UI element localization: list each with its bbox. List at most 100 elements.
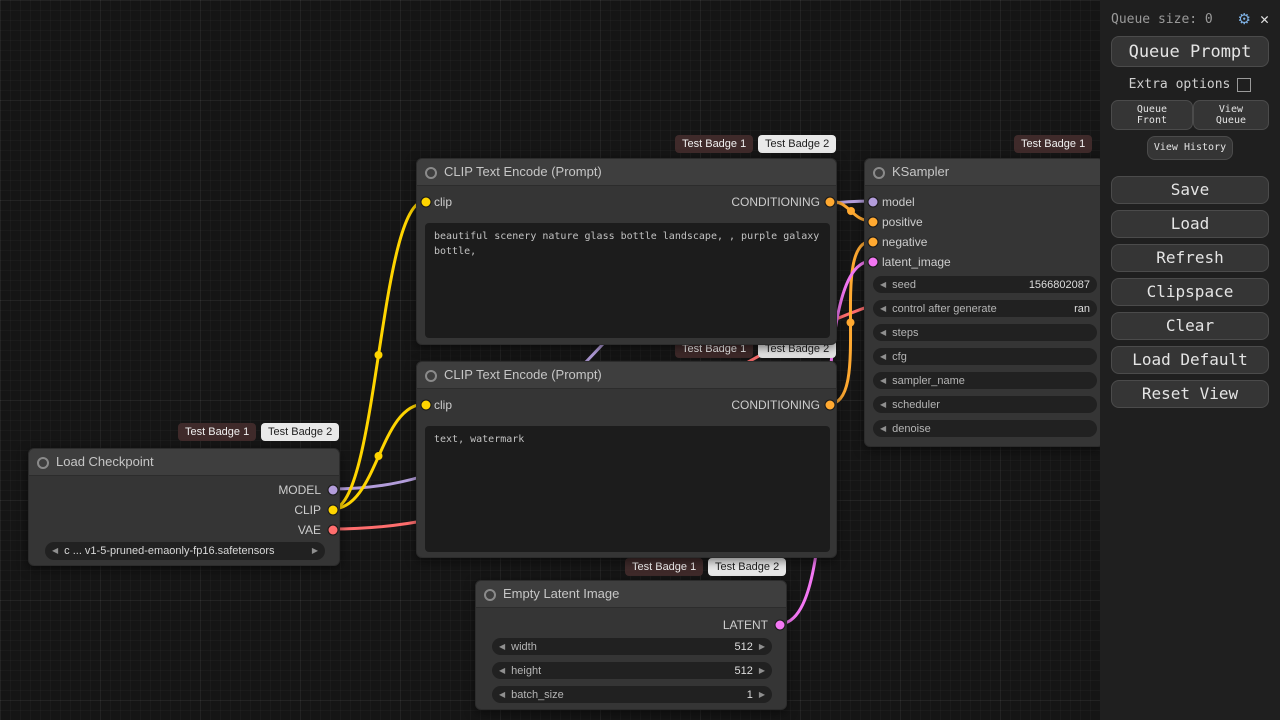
prompt-text-input[interactable]: text, watermark bbox=[425, 426, 830, 552]
view-queue-button[interactable]: View Queue bbox=[1192, 100, 1269, 130]
node-empty-latent-image[interactable]: Empty Latent Image LATENT ◀ width 512 ▶ … bbox=[475, 580, 787, 710]
widget-left-arrow-icon[interactable]: ◀ bbox=[880, 376, 886, 385]
clipspace-button[interactable]: Clipspace bbox=[1111, 277, 1269, 306]
output-label-conditioning: CONDITIONING bbox=[731, 195, 820, 209]
widget-value: 1566802087 bbox=[1028, 278, 1090, 291]
steps-widget[interactable]: ◀ steps bbox=[873, 324, 1097, 341]
input-slot-clip[interactable] bbox=[421, 197, 431, 207]
output-label-vae: VAE bbox=[297, 523, 321, 537]
output-label-model: MODEL bbox=[278, 483, 321, 497]
input-slot-negative[interactable] bbox=[868, 237, 878, 247]
input-slot-positive[interactable] bbox=[868, 217, 878, 227]
widget-right-arrow-icon[interactable]: ▶ bbox=[759, 642, 765, 651]
node-title: KSampler bbox=[892, 164, 950, 179]
queue-size-label: Queue size: 0 bbox=[1111, 11, 1213, 27]
widget-value: ran bbox=[1074, 302, 1090, 315]
widget-value: 512 bbox=[734, 640, 753, 653]
collapse-toggle-icon[interactable] bbox=[425, 167, 437, 179]
node-ksampler[interactable]: KSampler model positive negative latent_… bbox=[864, 158, 1104, 447]
input-slot-clip[interactable] bbox=[421, 400, 431, 410]
widget-label: cfg bbox=[892, 350, 907, 363]
ckpt-name-combo[interactable]: ◀ c ... v1-5-pruned-emaonly-fp16.safeten… bbox=[45, 542, 325, 560]
widget-left-arrow-icon[interactable]: ◀ bbox=[880, 304, 886, 313]
seed-widget[interactable]: ◀ seed 1566802087 bbox=[873, 276, 1097, 293]
output-label-clip: CLIP bbox=[294, 503, 321, 517]
close-icon[interactable]: ✕ bbox=[1260, 10, 1269, 28]
node-header[interactable]: Load Checkpoint bbox=[29, 449, 339, 476]
node-load-checkpoint[interactable]: Load Checkpoint MODEL CLIP VAE ◀ c ... v… bbox=[28, 448, 340, 566]
combo-right-arrow-icon[interactable]: ▶ bbox=[312, 547, 318, 555]
width-widget[interactable]: ◀ width 512 ▶ bbox=[492, 638, 772, 655]
extra-options-checkbox[interactable] bbox=[1237, 77, 1252, 92]
output-slot-vae[interactable] bbox=[328, 525, 338, 535]
control-after-generate-widget[interactable]: ◀ control after generate ran bbox=[873, 300, 1097, 317]
widget-left-arrow-icon[interactable]: ◀ bbox=[880, 352, 886, 361]
clear-button[interactable]: Clear bbox=[1111, 311, 1269, 340]
output-slot-conditioning[interactable] bbox=[825, 400, 835, 410]
node-title: Load Checkpoint bbox=[56, 454, 154, 469]
height-widget[interactable]: ◀ height 512 ▶ bbox=[492, 662, 772, 679]
scheduler-widget[interactable]: ◀ scheduler bbox=[873, 396, 1097, 413]
widget-label: batch_size bbox=[511, 688, 564, 701]
load-button[interactable]: Load bbox=[1111, 209, 1269, 238]
widget-label: height bbox=[511, 664, 542, 677]
widget-value: 1 bbox=[746, 688, 753, 701]
extra-options-label: Extra options bbox=[1128, 77, 1231, 92]
view-history-button[interactable]: View History bbox=[1147, 136, 1233, 160]
reset-view-button[interactable]: Reset View bbox=[1111, 379, 1269, 408]
collapse-toggle-icon[interactable] bbox=[484, 589, 496, 601]
input-slot-model[interactable] bbox=[868, 197, 878, 207]
node-clip-text-encode-positive[interactable]: CLIP Text Encode (Prompt) clip CONDITION… bbox=[416, 158, 837, 345]
input-label-clip: clip bbox=[434, 398, 453, 412]
output-slot-model[interactable] bbox=[328, 485, 338, 495]
collapse-toggle-icon[interactable] bbox=[425, 370, 437, 382]
widget-left-arrow-icon[interactable]: ◀ bbox=[880, 400, 886, 409]
settings-gear-icon[interactable]: ⚙ bbox=[1238, 10, 1251, 28]
node-badge: Test Badge 2 bbox=[261, 423, 340, 441]
prompt-text-input[interactable]: beautiful scenery nature glass bottle la… bbox=[425, 223, 830, 338]
node-header[interactable]: CLIP Text Encode (Prompt) bbox=[417, 362, 836, 389]
node-title: CLIP Text Encode (Prompt) bbox=[444, 367, 602, 382]
output-slot-conditioning[interactable] bbox=[825, 197, 835, 207]
output-label-conditioning: CONDITIONING bbox=[731, 398, 820, 412]
denoise-widget[interactable]: ◀ denoise bbox=[873, 420, 1097, 437]
widget-label: scheduler bbox=[892, 398, 940, 411]
widget-left-arrow-icon[interactable]: ◀ bbox=[880, 424, 886, 433]
output-slot-latent[interactable] bbox=[775, 620, 785, 630]
node-header[interactable]: Empty Latent Image bbox=[476, 581, 786, 608]
cfg-widget[interactable]: ◀ cfg bbox=[873, 348, 1097, 365]
input-label-model: model bbox=[882, 195, 915, 209]
queue-prompt-button[interactable]: Queue Prompt bbox=[1111, 36, 1269, 67]
widget-label: control after generate bbox=[892, 302, 997, 315]
widget-left-arrow-icon[interactable]: ◀ bbox=[880, 328, 886, 337]
save-button[interactable]: Save bbox=[1111, 175, 1269, 204]
node-graph-canvas[interactable]: Test Badge 1 Test Badge 2 Test Badge 1 T… bbox=[0, 0, 1280, 720]
widget-label: seed bbox=[892, 278, 917, 291]
queue-front-button[interactable]: Queue Front bbox=[1111, 100, 1193, 130]
widget-left-arrow-icon[interactable]: ◀ bbox=[499, 690, 505, 699]
output-slot-clip[interactable] bbox=[328, 505, 338, 515]
widget-right-arrow-icon[interactable]: ▶ bbox=[759, 666, 765, 675]
batch-size-widget[interactable]: ◀ batch_size 1 ▶ bbox=[492, 686, 772, 703]
widget-left-arrow-icon[interactable]: ◀ bbox=[499, 642, 505, 651]
widget-left-arrow-icon[interactable]: ◀ bbox=[880, 280, 886, 289]
widget-left-arrow-icon[interactable]: ◀ bbox=[499, 666, 505, 675]
wire-midpoint-dot bbox=[374, 452, 383, 460]
node-clip-text-encode-negative[interactable]: CLIP Text Encode (Prompt) clip CONDITION… bbox=[416, 361, 837, 558]
widget-label: sampler_name bbox=[892, 374, 965, 387]
node-badge: Test Badge 1 bbox=[625, 558, 704, 576]
input-slot-latent-image[interactable] bbox=[868, 257, 878, 267]
node-header[interactable]: CLIP Text Encode (Prompt) bbox=[417, 159, 836, 186]
wire-midpoint-dot bbox=[846, 318, 855, 327]
load-default-button[interactable]: Load Default bbox=[1111, 345, 1269, 374]
collapse-toggle-icon[interactable] bbox=[873, 167, 885, 179]
combo-left-arrow-icon[interactable]: ◀ bbox=[52, 547, 58, 555]
widget-right-arrow-icon[interactable]: ▶ bbox=[759, 690, 765, 699]
widget-label: steps bbox=[892, 326, 919, 339]
sampler-name-widget[interactable]: ◀ sampler_name bbox=[873, 372, 1097, 389]
widget-value: 512 bbox=[734, 664, 753, 677]
node-header[interactable]: KSampler bbox=[865, 159, 1103, 186]
refresh-button[interactable]: Refresh bbox=[1111, 243, 1269, 272]
collapse-toggle-icon[interactable] bbox=[37, 457, 49, 469]
output-label-latent: LATENT bbox=[722, 618, 768, 632]
